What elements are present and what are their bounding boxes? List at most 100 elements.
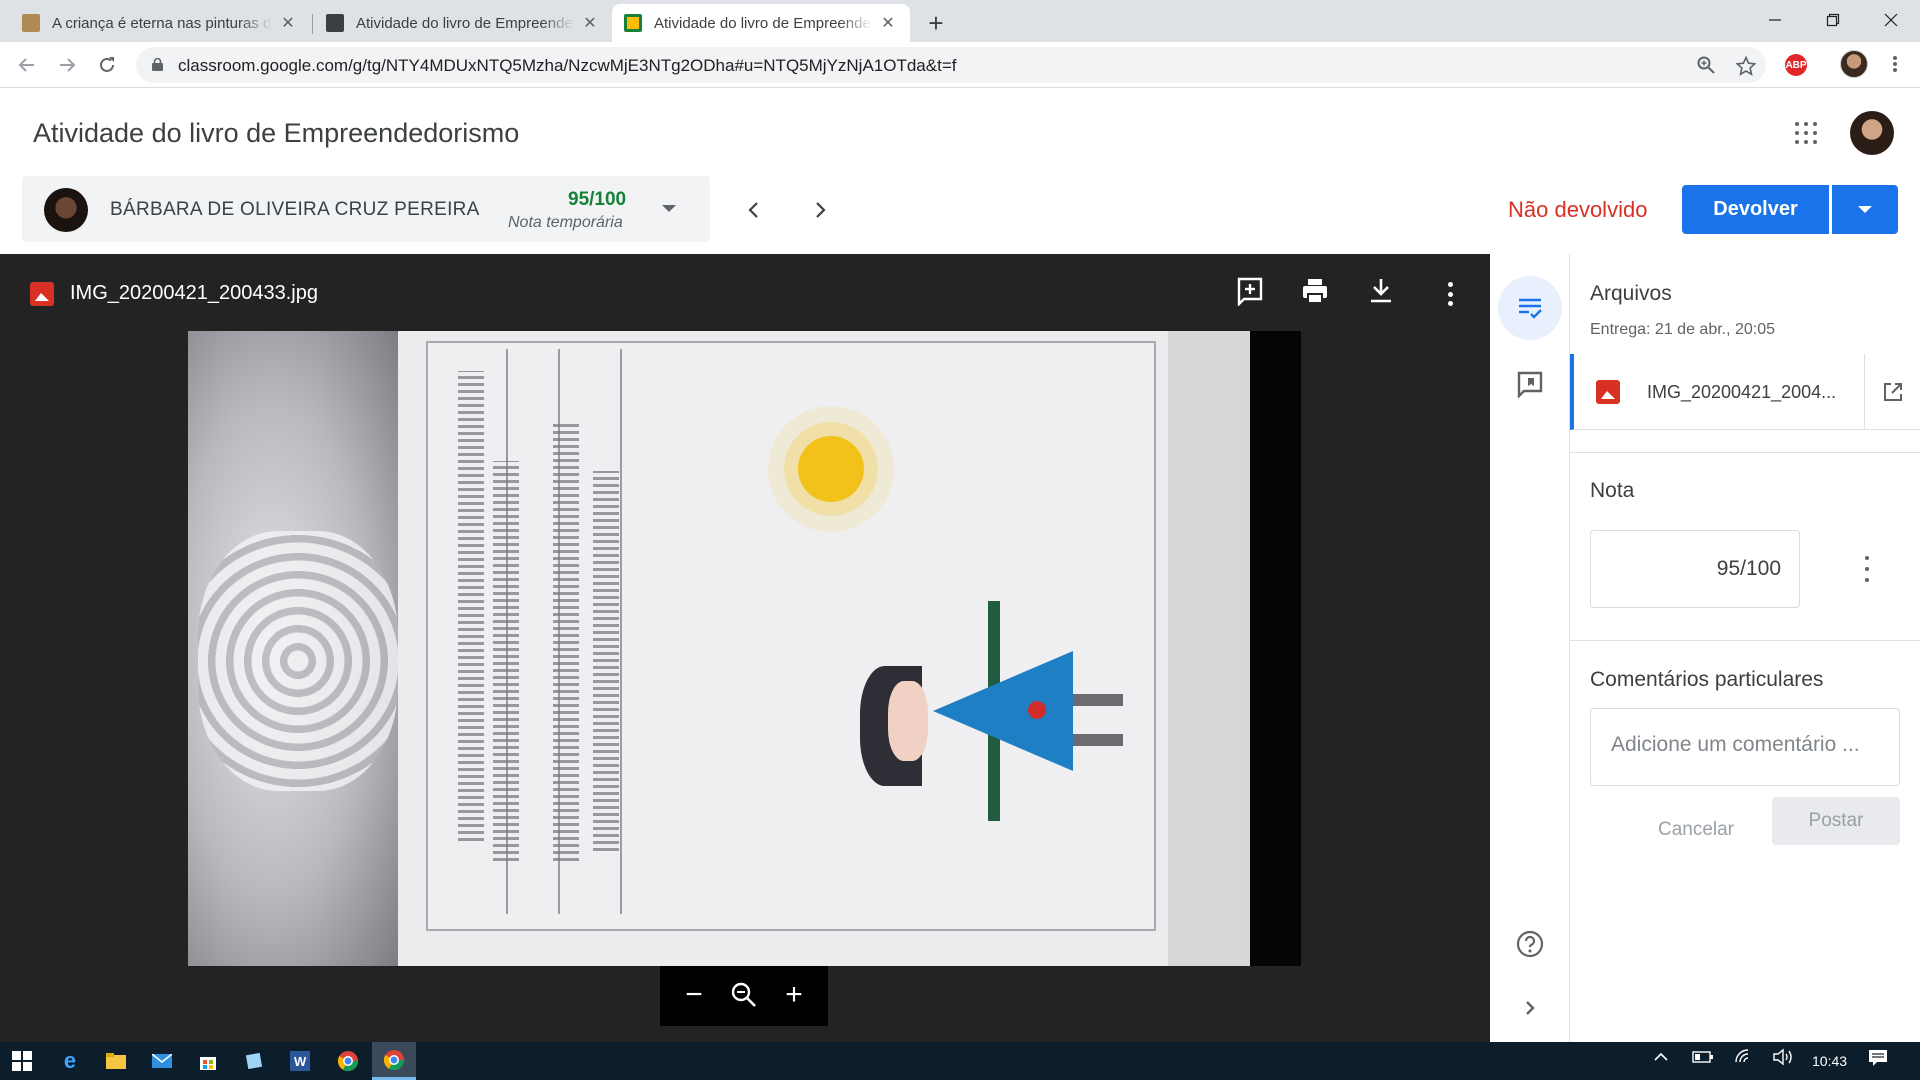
restore-window-button[interactable] [1804,0,1862,40]
return-button[interactable]: Devolver [1682,185,1829,234]
cancel-button[interactable]: Cancelar [1636,806,1756,854]
edge-icon[interactable]: e [56,1047,84,1075]
post-button[interactable]: Postar [1772,797,1900,845]
store-icon[interactable] [194,1047,222,1075]
browser-profile-avatar[interactable] [1840,50,1868,78]
zoom-reset-icon[interactable] [726,978,762,1014]
browser-menu-button[interactable] [1885,52,1905,76]
classroom-contact-favicon-icon [326,14,344,32]
lock-icon [152,58,163,71]
attached-file-name: IMG_20200421_2004... [1647,382,1837,402]
adblock-extension-icon[interactable]: ABP [1785,54,1807,76]
side-rail [1490,254,1570,1042]
address-bar[interactable]: classroom.google.com/g/tg/NTY4MDUxNTQ5Mz… [136,47,1766,83]
photo-margin-line [620,349,622,914]
private-comment-input[interactable]: Adicione um comentário ... [1590,708,1900,786]
print-icon[interactable] [1298,276,1332,310]
files-tab-button[interactable] [1498,276,1562,340]
download-icon[interactable] [1364,276,1398,310]
wifi-icon[interactable] [1734,1048,1754,1070]
collapse-panel-button[interactable] [1498,976,1562,1040]
divider [1570,452,1920,453]
previous-student-button[interactable] [739,195,769,225]
tab-title: Atividade do livro de Empreendedorismo [356,14,574,32]
battery-icon[interactable] [1692,1050,1714,1068]
chrome-icon [384,1050,404,1070]
tab-title: A criança é eterna nas pinturas de [52,14,272,32]
word-icon[interactable]: W [286,1047,314,1075]
zoom-controls: − + [660,966,828,1026]
forward-button[interactable] [50,48,84,82]
attached-file-row[interactable]: IMG_20200421_2004... [1570,354,1920,430]
photo-handwriting [593,471,619,851]
chevron-left-icon [748,202,758,218]
file-explorer-icon[interactable] [102,1047,130,1075]
browser-toolbar: classroom.google.com/g/tg/NTY4MDUxNTQ5Mz… [0,42,1920,88]
viewer-header: IMG_20200421_200433.jpg [0,254,1490,330]
close-window-icon [1884,13,1898,27]
zoom-icon[interactable] [1696,56,1716,76]
url-text: classroom.google.com/g/tg/NTY4MDUxNTQ5Mz… [178,56,957,75]
close-window-button[interactable] [1862,0,1920,40]
student-name: BÁRBARA DE OLIVEIRA CRUZ PEREIRA [110,199,480,220]
volume-icon[interactable] [1772,1048,1794,1070]
close-icon[interactable]: ✕ [878,13,898,33]
reload-icon [100,57,114,72]
active-chrome-window[interactable] [372,1042,416,1080]
notes-app-icon[interactable] [240,1047,268,1075]
chevron-down-icon[interactable] [662,205,676,212]
private-comments-heading: Comentários particulares [1590,668,1824,691]
file-viewer: IMG_20200421_200433.jpg [0,254,1490,1042]
viewer-more-options-icon[interactable] [1438,280,1462,308]
grade-input[interactable]: 95/100 [1590,530,1800,608]
student-selector[interactable]: BÁRBARA DE OLIVEIRA CRUZ PEREIRA 95/100 … [22,176,710,242]
photo-girl-heart [1028,701,1046,719]
comment-bookmark-icon [1517,371,1543,398]
browser-tab-2[interactable]: Atividade do livro de Empreendedorismo ✕ [314,4,612,42]
browser-tab-3[interactable]: Atividade do livro de Empreendedorismo ✕ [612,4,910,42]
dropdown-arrow-icon [1858,206,1872,213]
grade-note: Nota temporária [508,214,623,231]
comments-tab-button[interactable] [1498,352,1562,416]
open-in-new-icon[interactable] [1864,354,1920,430]
photo-handwriting [493,461,519,861]
photo-sun-drawing [798,436,864,502]
new-tab-button[interactable]: + [922,8,950,39]
reload-button[interactable] [90,48,124,82]
bookmark-star-icon[interactable] [1735,55,1757,76]
clock[interactable]: 10:43 [1812,1053,1847,1069]
photo-handwriting [553,421,579,861]
next-student-button[interactable] [805,195,835,225]
back-arrow-icon [18,58,34,72]
chevron-right-icon [816,202,826,218]
image-file-icon [30,282,54,306]
photo-dark-edge [1250,331,1301,966]
add-comment-icon[interactable] [1233,276,1267,310]
google-apps-icon[interactable] [1795,122,1817,144]
show-hidden-icons-icon[interactable] [1652,1048,1670,1070]
submitted-image [188,331,1301,966]
browser-tab-1[interactable]: A criança é eterna nas pinturas de ✕ [10,4,310,42]
close-icon[interactable]: ✕ [278,13,298,33]
minimize-icon [1769,19,1781,21]
mail-icon[interactable] [148,1047,176,1075]
painting-favicon-icon [22,14,40,32]
zoom-out-button[interactable]: − [676,978,712,1014]
notifications-icon[interactable] [1868,1049,1888,1071]
minimize-window-button[interactable] [1746,0,1804,40]
help-icon [1516,930,1544,958]
screen: A criança é eterna nas pinturas de ✕ Ati… [0,0,1920,1080]
account-avatar[interactable] [1850,111,1894,155]
tab-title: Atividade do livro de Empreendedorismo [654,14,872,32]
grade-more-options-icon[interactable] [1862,556,1872,582]
windows-start-icon[interactable] [8,1047,36,1075]
photo-handwriting [458,371,484,841]
back-button[interactable] [10,48,44,82]
zoom-in-button[interactable]: + [776,978,812,1014]
classroom-favicon-icon [624,14,642,32]
help-button[interactable] [1498,912,1562,976]
return-options-button[interactable] [1832,185,1898,234]
close-icon[interactable]: ✕ [580,13,600,33]
photo-girl-legs [1073,676,1123,746]
chrome-icon[interactable] [334,1047,362,1075]
